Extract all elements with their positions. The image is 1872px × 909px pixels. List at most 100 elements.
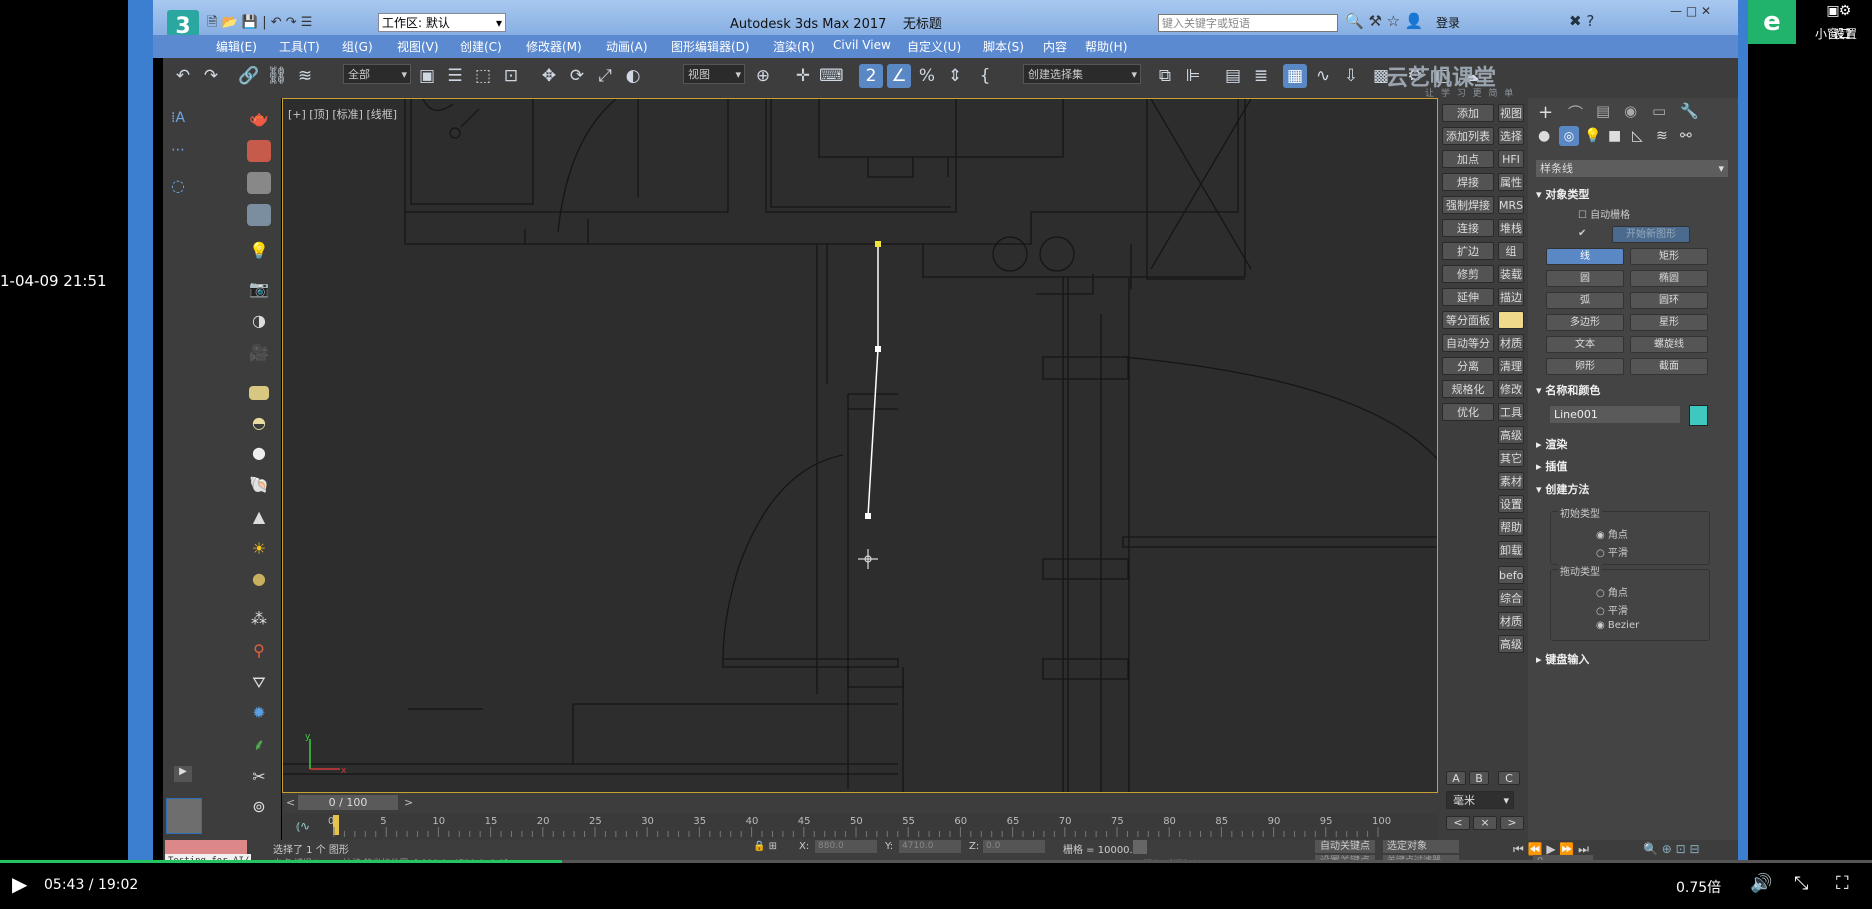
plugin-right-23[interactable]: 高级 <box>1498 635 1524 653</box>
helpers-icon[interactable]: ◺ <box>1632 128 1643 144</box>
menu-animation[interactable]: 动画(A) <box>606 38 648 55</box>
plugin-btn-optimize[interactable]: 优化 <box>1442 403 1494 421</box>
viewport-layout-icon[interactable] <box>166 798 202 834</box>
time-next-icon[interactable]: > <box>404 796 413 809</box>
plugin-right-20[interactable]: befor <box>1498 566 1524 584</box>
shape-btn-section[interactable]: 截面 <box>1630 358 1708 375</box>
plugin-right-7[interactable]: 装载 <box>1498 265 1524 283</box>
plugin-btn-force-weld[interactable]: 强制焊接 <box>1442 196 1494 214</box>
create-tab-icon[interactable]: + <box>1538 102 1553 123</box>
window-crossing-icon[interactable]: ⊡ <box>499 64 523 88</box>
search-input[interactable]: 键入关键字或短语 <box>1158 14 1338 32</box>
geometry-icon[interactable]: ● <box>1538 128 1550 144</box>
menu-create[interactable]: 创建(C) <box>460 38 502 55</box>
category-dropdown[interactable]: 样条线 ▾ <box>1536 160 1728 177</box>
plugin-btn-detach[interactable]: 分离 <box>1442 357 1494 375</box>
utilities-tab-icon[interactable]: 🔧 <box>1680 102 1699 120</box>
named-selection-dropdown[interactable]: 创建选择集 ▾ <box>1023 64 1141 84</box>
scale-icon[interactable]: ⤢ <box>593 64 617 88</box>
plugin-right-21[interactable]: 综合 <box>1498 589 1524 607</box>
dumbbell-icon[interactable]: ⚲ <box>247 640 271 662</box>
rollout-creation-method[interactable]: ▾ 创建方法 <box>1536 481 1732 499</box>
viewport-label[interactable]: [+] [顶] [标准] [线框] <box>288 106 397 122</box>
window-controls[interactable]: — □ ✕ <box>1670 4 1736 22</box>
plugin-right-5[interactable]: 堆栈 <box>1498 219 1524 237</box>
screen-split-icon[interactable]: ⤡ <box>1794 873 1808 894</box>
paint-select-icon[interactable]: ⋯ <box>171 142 185 158</box>
plugin-close-icon[interactable]: × <box>1473 816 1497 830</box>
plugin-right-11[interactable]: 清理 <box>1498 357 1524 375</box>
shape-btn-egg[interactable]: 卵形 <box>1546 358 1624 375</box>
settings-icon[interactable]: ⚙ <box>1820 3 1870 19</box>
rotate-icon[interactable]: ⟳ <box>565 64 589 88</box>
initial-smooth-radio[interactable]: ○ 平滑 <box>1596 544 1628 559</box>
play-icon[interactable]: ▶ <box>12 872 27 896</box>
hierarchy-tab-icon[interactable]: ▤ <box>1596 102 1610 120</box>
hair-icon[interactable]: ✂ <box>247 766 271 788</box>
plugin-btn-divide-panel[interactable]: 等分面板 <box>1442 311 1494 329</box>
plugin-right-14[interactable]: 高级 <box>1498 426 1524 444</box>
viewport-nav-icons[interactable]: 🔍 ⊕ ⊡ ⊟ <box>1643 842 1700 856</box>
shapes-icon[interactable]: ◎ <box>1559 126 1579 146</box>
units-dropdown[interactable]: 毫米 ▾ <box>1446 791 1514 809</box>
initial-corner-radio[interactable]: ◉ 角点 <box>1596 526 1628 541</box>
menu-help[interactable]: 帮助(H) <box>1085 38 1127 55</box>
light-icon[interactable]: 💡 <box>247 240 271 262</box>
bind-spacewarp-icon[interactable]: ≋ <box>293 64 317 88</box>
percent-snap-icon[interactable]: % <box>915 64 939 88</box>
top-viewport[interactable]: y x <box>282 98 1438 793</box>
menu-tools[interactable]: 工具(T) <box>279 38 320 55</box>
unlink-icon[interactable]: ⛓ <box>265 64 289 88</box>
curve-editor-icon[interactable]: ∿ <box>1311 64 1335 88</box>
z-coord-field[interactable]: 0.0 <box>983 840 1045 853</box>
x-coord-field[interactable]: 880.0 <box>815 840 877 853</box>
box-icon[interactable] <box>247 140 271 162</box>
menu-modifiers[interactable]: 修改器(M) <box>526 38 582 55</box>
select-tool-icon[interactable]: ⁞A <box>171 110 185 126</box>
sound-icon[interactable]: ⊚ <box>247 796 271 818</box>
layer-explorer-icon[interactable]: ▤ <box>1221 64 1245 88</box>
shape-btn-line[interactable]: 线 <box>1546 248 1624 265</box>
lights-icon[interactable]: 💡 <box>1584 128 1601 144</box>
disc-light-icon[interactable]: ● <box>247 442 271 464</box>
plugin-right-2[interactable]: HFI <box>1498 150 1524 168</box>
stairs-icon[interactable] <box>247 172 271 194</box>
undo-icon[interactable]: ↶ <box>171 64 195 88</box>
menu-scripting[interactable]: 脚本(S) <box>983 38 1024 55</box>
modify-tab-icon[interactable]: ⌒ <box>1568 102 1583 123</box>
plugin-btn-auto-divide[interactable]: 自动等分 <box>1442 334 1494 352</box>
rollout-name-color[interactable]: ▾ 名称和颜色 <box>1536 382 1732 400</box>
plugin-right-8[interactable]: 描边 <box>1498 288 1524 306</box>
auto-key-button[interactable]: 自动关键点 <box>1315 840 1375 853</box>
snaps-toggle-icon[interactable]: 2 <box>859 64 883 88</box>
key-icon[interactable] <box>1133 840 1147 854</box>
move-icon[interactable]: ✥ <box>537 64 561 88</box>
shell-icon[interactable]: 🐚 <box>247 474 271 496</box>
rollout-object-type[interactable]: ▾ 对象类型 <box>1536 186 1732 204</box>
plugin-right-0[interactable]: 视图 <box>1498 104 1524 122</box>
redo-icon[interactable]: ↷ <box>199 64 223 88</box>
video-camera-icon[interactable]: 🎥 <box>247 342 271 364</box>
keyboard-shortcut-icon[interactable]: ⌨ <box>819 64 844 88</box>
scene-explorer-icon[interactable]: ▦ <box>1283 64 1307 88</box>
drag-smooth-radio[interactable]: ○ 平滑 <box>1596 602 1628 617</box>
plugin-right-3[interactable]: 属性 <box>1498 173 1524 191</box>
dome-light-icon[interactable]: ● <box>247 568 271 590</box>
drag-corner-radio[interactable]: ○ 角点 <box>1596 584 1628 599</box>
plugin-btn-b[interactable]: B <box>1469 771 1489 785</box>
plugin-btn-c[interactable]: C <box>1498 771 1520 785</box>
login-button[interactable]: 登录 <box>1436 14 1460 31</box>
menu-customize[interactable]: 自定义(U) <box>907 38 961 55</box>
shape-btn-circle[interactable]: 圆 <box>1546 270 1624 287</box>
volume-icon[interactable]: 🔊 <box>1750 873 1772 894</box>
gear-object-icon[interactable]: ✹ <box>247 702 271 724</box>
time-prev-icon[interactable]: < <box>286 796 295 809</box>
mirror-icon[interactable]: ⧉ <box>1153 64 1177 88</box>
infocenter-icons[interactable]: 🔍 ⚒ ☆ 👤 <box>1345 12 1424 30</box>
display-tab-icon[interactable]: ▭ <box>1652 102 1666 120</box>
dope-sheet-icon[interactable]: ⇩ <box>1339 64 1363 88</box>
plugin-btn-weld[interactable]: 焊接 <box>1442 173 1494 191</box>
plugin-right-19[interactable]: 卸载 <box>1498 541 1524 559</box>
plugin-right-1[interactable]: 选择 <box>1498 127 1524 145</box>
spinner-snap-icon[interactable]: ⇕ <box>943 64 967 88</box>
